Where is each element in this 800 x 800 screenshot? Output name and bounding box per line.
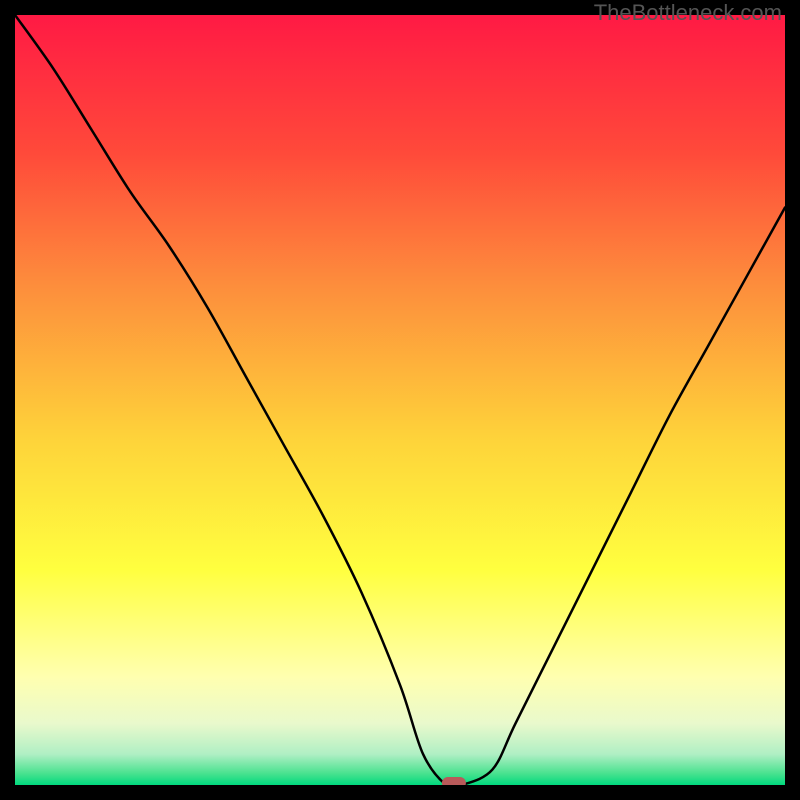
watermark-text: TheBottleneck.com	[594, 0, 782, 26]
chart-container: TheBottleneck.com	[0, 0, 800, 800]
bottleneck-chart	[15, 15, 785, 785]
gradient-background	[15, 15, 785, 785]
optimal-marker	[442, 777, 466, 785]
plot-area	[15, 15, 785, 785]
